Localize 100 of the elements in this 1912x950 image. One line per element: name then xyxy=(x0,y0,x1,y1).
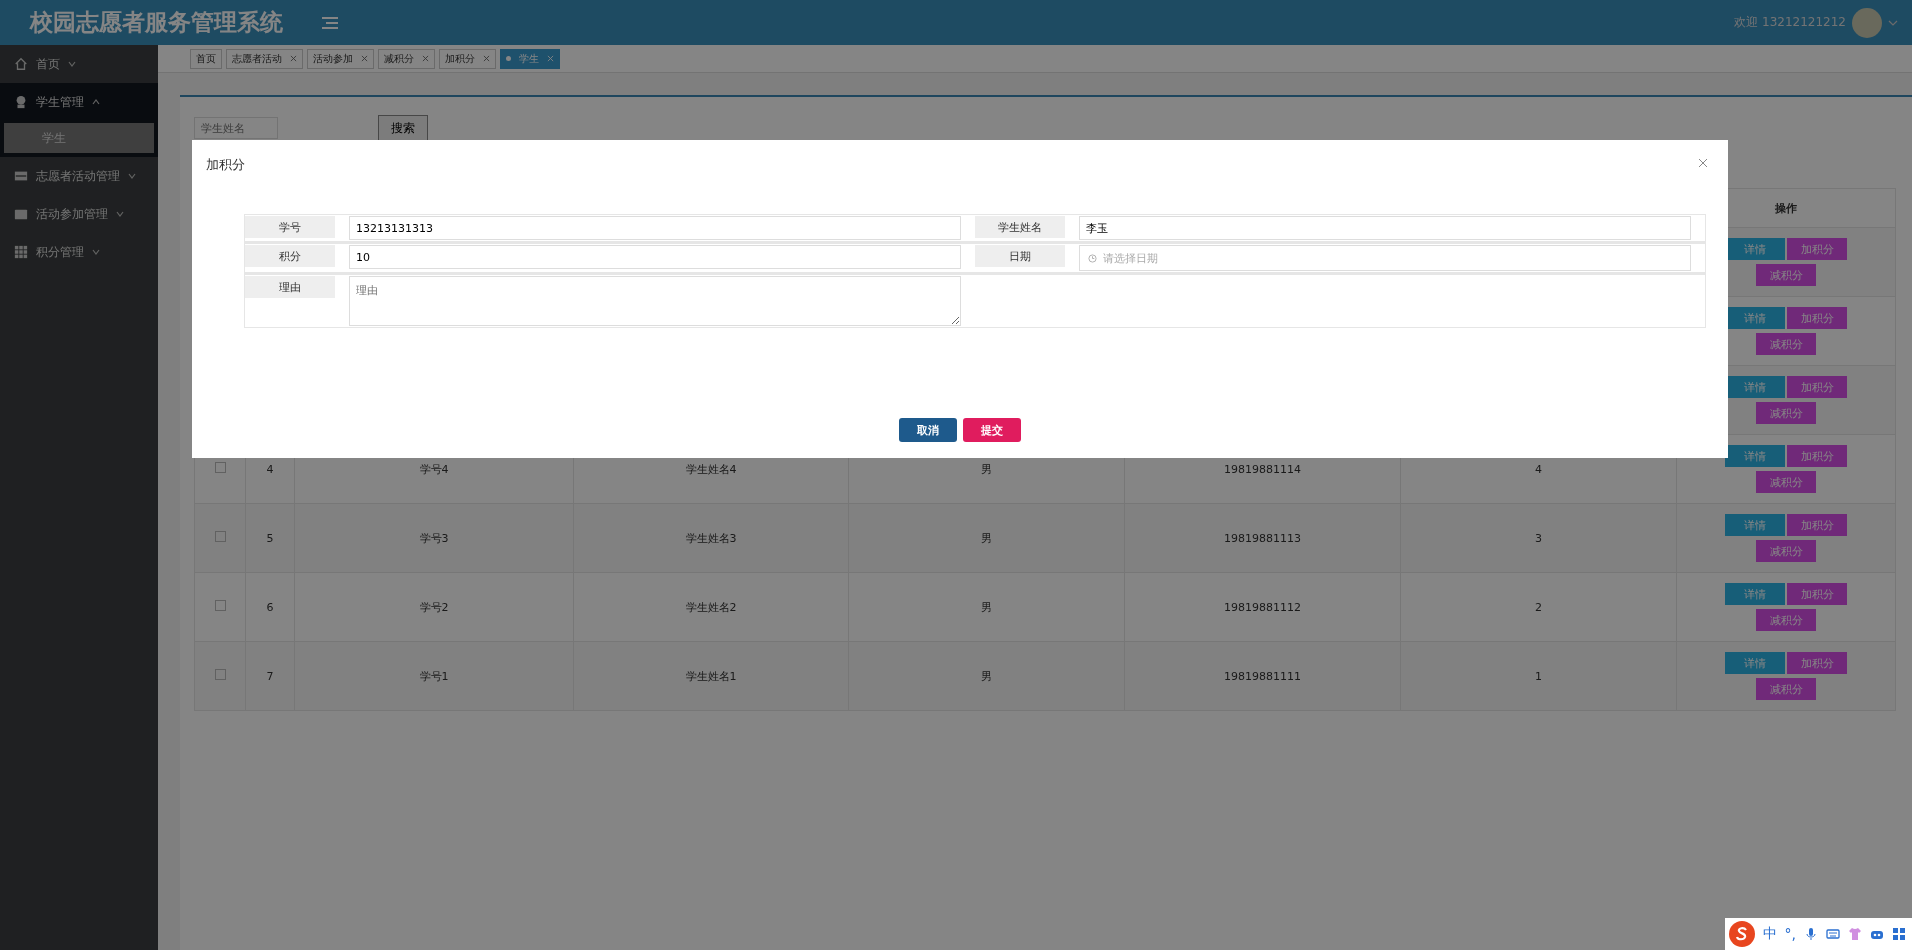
field-label: 理由 xyxy=(245,276,335,298)
search-button[interactable]: 搜索 xyxy=(378,115,428,141)
caret-icon[interactable] xyxy=(1888,18,1898,27)
table-cell: 19819881112 xyxy=(1224,600,1301,614)
tab[interactable]: 学生 xyxy=(500,48,560,69)
tab[interactable]: 首页 xyxy=(190,48,222,69)
tab[interactable]: 加积分 xyxy=(439,48,496,69)
reason-textarea[interactable]: 理由 xyxy=(349,276,961,326)
table-cell: 男 xyxy=(981,462,992,476)
tab[interactable]: 减积分 xyxy=(378,48,435,69)
close-icon[interactable] xyxy=(1698,158,1708,168)
input-field[interactable]: 13213131313 xyxy=(349,216,961,240)
welcome-text: 欢迎 13212121212 xyxy=(1734,14,1846,31)
close-icon[interactable] xyxy=(483,55,490,62)
input-field[interactable]: 李玉 xyxy=(1079,216,1691,240)
action-button[interactable]: 详情 xyxy=(1725,376,1785,398)
ime-punctuation[interactable]: °, xyxy=(1784,926,1796,942)
action-button[interactable]: 加积分 xyxy=(1787,445,1847,467)
row-checkbox[interactable] xyxy=(214,531,226,542)
table-cell: 1 xyxy=(1535,669,1542,683)
action-button[interactable]: 减积分 xyxy=(1756,678,1816,700)
microphone-icon[interactable] xyxy=(1804,927,1818,941)
close-icon[interactable] xyxy=(290,55,297,62)
action-button[interactable]: 减积分 xyxy=(1756,333,1816,355)
sidebar-label: 活动参加管理 xyxy=(36,205,108,223)
action-button[interactable]: 减积分 xyxy=(1756,471,1816,493)
search-field[interactable]: 学生姓名 xyxy=(194,117,278,139)
avatar[interactable] xyxy=(1852,7,1882,38)
action-button[interactable]: 详情 xyxy=(1725,445,1785,467)
action-button[interactable]: 加积分 xyxy=(1787,514,1847,536)
ime-mode[interactable]: 中 xyxy=(1762,925,1777,943)
action-button[interactable]: 详情 xyxy=(1725,307,1785,329)
sidebar-item[interactable]: 活动参加管理 xyxy=(0,195,158,233)
action-button[interactable]: 减积分 xyxy=(1756,264,1816,286)
action-button[interactable]: 详情 xyxy=(1725,238,1785,260)
table-cell: 男 xyxy=(981,531,992,545)
sidebar-label: 积分管理 xyxy=(36,243,84,261)
table-cell: 19819881113 xyxy=(1224,531,1301,545)
field-label: 日期 xyxy=(975,245,1065,267)
sidebar-item[interactable]: 志愿者活动管理 xyxy=(0,157,158,195)
action-button[interactable]: 减积分 xyxy=(1756,540,1816,562)
table-cell: 2 xyxy=(1535,600,1542,614)
input-field[interactable]: 10 xyxy=(349,245,961,269)
ime-logo-icon[interactable] xyxy=(1728,921,1755,947)
table-cell: 19819881114 xyxy=(1224,462,1301,476)
action-button[interactable]: 加积分 xyxy=(1787,583,1847,605)
chevron-icon xyxy=(92,99,100,105)
action-button[interactable]: 减积分 xyxy=(1756,402,1816,424)
tab[interactable]: 活动参加 xyxy=(307,48,374,69)
close-icon[interactable] xyxy=(361,55,368,62)
action-button[interactable]: 详情 xyxy=(1725,652,1785,674)
sidebar-label: 首页 xyxy=(36,55,60,73)
table-cell: 4 xyxy=(1535,462,1542,476)
submit-button[interactable]: 提交 xyxy=(963,418,1021,442)
date-field[interactable]: 请选择日期 xyxy=(1079,245,1691,271)
chevron-icon xyxy=(128,173,136,179)
table-cell: 5 xyxy=(266,531,274,545)
sidebar-item[interactable]: 首页 xyxy=(0,45,158,83)
tab[interactable]: 志愿者活动 xyxy=(226,48,303,69)
table-cell: 男 xyxy=(981,600,992,614)
table-cell: 学生姓名2 xyxy=(685,600,737,614)
row-checkbox[interactable] xyxy=(214,600,226,611)
table-cell: 4 xyxy=(266,462,274,476)
table-cell: 学号4 xyxy=(419,462,449,476)
field-label: 积分 xyxy=(245,245,335,267)
table-cell: 学号2 xyxy=(419,600,449,614)
table-cell: 19819881111 xyxy=(1224,669,1301,683)
grid-icon[interactable] xyxy=(1892,927,1906,941)
table-cell: 男 xyxy=(981,669,992,683)
grid-icon xyxy=(14,245,28,259)
action-button[interactable]: 详情 xyxy=(1725,514,1785,536)
chevron-icon xyxy=(92,249,100,255)
table-cell: 6 xyxy=(266,600,274,614)
app-title: 校园志愿者服务管理系统 xyxy=(28,8,284,37)
action-button[interactable]: 减积分 xyxy=(1756,609,1816,631)
action-button[interactable]: 加积分 xyxy=(1787,376,1847,398)
person-icon xyxy=(14,95,28,109)
clock-icon xyxy=(1088,253,1097,263)
table-cell: 学生姓名4 xyxy=(685,462,737,476)
row-checkbox[interactable] xyxy=(214,669,226,680)
sidebar-label: 学生管理 xyxy=(36,93,84,111)
table-cell: 学号3 xyxy=(419,531,449,545)
action-button[interactable]: 加积分 xyxy=(1787,238,1847,260)
action-button[interactable]: 详情 xyxy=(1725,583,1785,605)
sidebar-label: 志愿者活动管理 xyxy=(36,167,120,185)
keyboard-icon[interactable] xyxy=(1826,927,1840,941)
close-icon[interactable] xyxy=(422,55,429,62)
action-button[interactable]: 加积分 xyxy=(1787,652,1847,674)
card-icon xyxy=(14,169,28,183)
row-checkbox[interactable] xyxy=(214,462,226,473)
sidebar-item[interactable]: 学生管理 xyxy=(0,83,158,121)
menu-icon[interactable] xyxy=(322,15,338,30)
sidebar-item[interactable]: 积分管理 xyxy=(0,233,158,271)
field-label: 学生姓名 xyxy=(975,216,1065,238)
shirt-icon[interactable] xyxy=(1848,927,1862,941)
field-label: 学号 xyxy=(245,216,335,238)
table-cell: 学号1 xyxy=(419,669,449,683)
home-icon xyxy=(14,57,28,71)
action-button[interactable]: 加积分 xyxy=(1787,307,1847,329)
cancel-button[interactable]: 取消 xyxy=(899,418,957,442)
